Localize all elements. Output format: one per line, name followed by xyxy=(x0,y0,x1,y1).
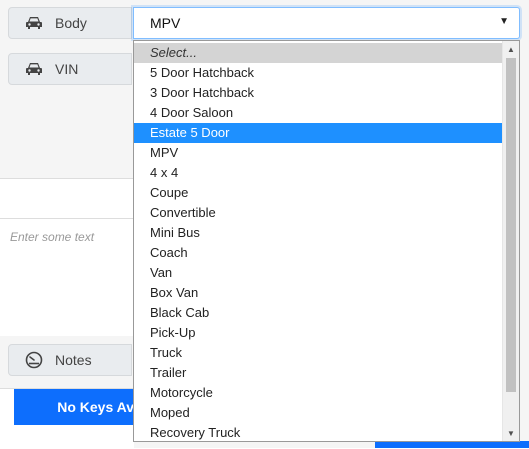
notes-label-text: Notes xyxy=(55,352,92,368)
dropdown-option[interactable]: Moped xyxy=(134,403,502,423)
body-select[interactable]: MPV ▼ xyxy=(133,7,520,39)
body-label: Body xyxy=(8,7,132,39)
dropdown-option[interactable]: 5 Door Hatchback xyxy=(134,63,502,83)
no-keys-button-label: No Keys Av xyxy=(57,399,134,415)
dropdown-option[interactable]: Recovery Truck xyxy=(134,423,502,441)
car-icon xyxy=(23,14,45,32)
dropdown-option[interactable]: Motorcycle xyxy=(134,383,502,403)
dropdown-option[interactable]: Truck xyxy=(134,343,502,363)
dropdown-scrollbar[interactable]: ▲ ▼ xyxy=(502,41,519,441)
dropdown-option[interactable]: 3 Door Hatchback xyxy=(134,83,502,103)
dropdown-option[interactable]: Select... xyxy=(134,43,502,63)
dropdown-option[interactable]: Coupe xyxy=(134,183,502,203)
action-button[interactable] xyxy=(375,441,529,448)
dropdown-option[interactable]: Estate 5 Door xyxy=(134,123,502,143)
dropdown-options: Select... 5 Door Hatchback 3 Door Hatchbac… xyxy=(134,43,502,441)
scrollbar-thumb[interactable] xyxy=(506,58,516,392)
body-dropdown-list[interactable]: Select... 5 Door Hatchback 3 Door Hatchbac… xyxy=(133,40,520,442)
dropdown-option[interactable]: Black Cab xyxy=(134,303,502,323)
notes-label: Notes xyxy=(8,344,132,376)
vin-label-text: VIN xyxy=(55,61,79,77)
dropdown-option[interactable]: Mini Bus xyxy=(134,223,502,243)
notes-textarea[interactable]: Enter some text xyxy=(0,218,134,336)
dropdown-option[interactable]: 4 Door Saloon xyxy=(134,103,502,123)
vin-label: VIN xyxy=(8,53,132,85)
body-select-value: MPV xyxy=(150,15,181,31)
dropdown-option[interactable]: 4 x 4 xyxy=(134,163,502,183)
dropdown-option[interactable]: Pick-Up xyxy=(134,323,502,343)
gauge-icon xyxy=(23,351,45,369)
dropdown-option[interactable]: Convertible xyxy=(134,203,502,223)
dropdown-option[interactable]: Van xyxy=(134,263,502,283)
dropdown-option[interactable]: Trailer xyxy=(134,363,502,383)
dropdown-arrow-icon: ▼ xyxy=(499,16,509,27)
no-keys-button[interactable]: No Keys Av xyxy=(14,389,134,425)
body-label-text: Body xyxy=(55,15,87,31)
scroll-up-icon[interactable]: ▲ xyxy=(503,41,519,57)
dropdown-option[interactable]: Box Van xyxy=(134,283,502,303)
textarea-placeholder: Enter some text xyxy=(10,230,95,244)
car-icon xyxy=(23,60,45,78)
input-field[interactable] xyxy=(0,178,134,220)
dropdown-option[interactable]: MPV xyxy=(134,143,502,163)
dropdown-option[interactable]: Coach xyxy=(134,243,502,263)
scroll-down-icon[interactable]: ▼ xyxy=(503,425,519,441)
